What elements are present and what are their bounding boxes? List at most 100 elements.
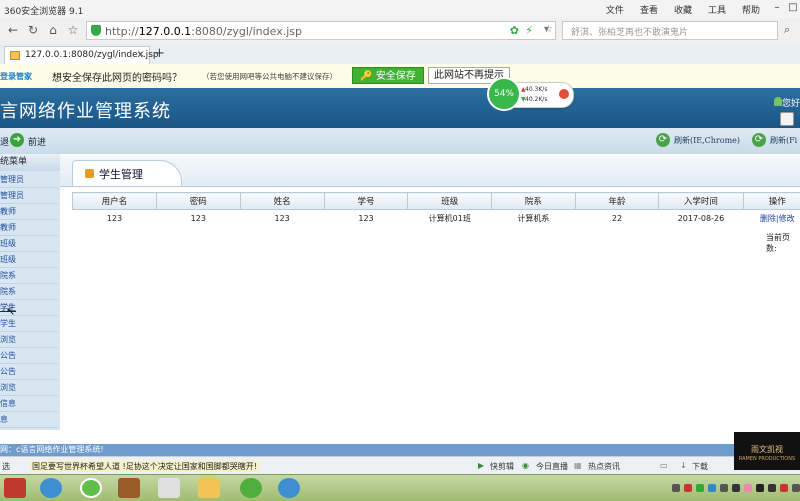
folder-icon [10,51,20,60]
back-arrow-icon[interactable]: ← [6,23,20,37]
browser-status-bar: 选 国足要写世界杯希望人道 !足协这个决定让国家和国脚都哭瞎开! ▶ 快剪辑 ◉… [0,456,800,475]
network-speed-widget[interactable]: 54% ▲ 40.3K/s ▼ 40.2K/s [490,82,574,108]
browser-menu: 文件 查看 收藏 工具 帮助 [606,3,760,16]
download-link[interactable]: 下载 [692,461,708,472]
menu-tools[interactable]: 工具 [708,3,726,16]
sidebar-item-class-add[interactable]: 班级 [0,237,58,252]
sidebar-item-info[interactable]: 信息 [0,397,58,412]
back-link[interactable]: 退 [0,135,9,148]
tray-icon[interactable] [768,484,776,492]
browser-360-icon[interactable] [80,478,102,498]
sidebar-item-teacher-add[interactable]: 教师 [0,205,58,220]
safe-save-button[interactable]: 🔑 安全保存 [352,67,424,84]
refresh-firefox-link[interactable]: 刷新(Fi [770,135,797,146]
sidebar-item-student-add[interactable]: 学生 [0,317,58,332]
cell-department: 计算机系 [492,210,576,227]
java-icon[interactable] [158,478,180,498]
refresh-icon[interactable]: ⟳ [752,133,766,147]
browser-title: 360安全浏览器 9.1 [4,4,83,17]
tray-icon[interactable] [756,484,764,492]
tab-strip: 127.0.0.1:8080/zygl/index.jsp × + [0,44,800,65]
news-icon: ▦ [574,461,582,470]
col-name: 姓名 [240,193,324,210]
play-icon: ▶ [478,461,484,470]
book-icon[interactable] [118,478,140,498]
page-info: 当前页数: [766,232,800,254]
green-browser-icon[interactable] [240,478,262,498]
notification-dot-icon [559,89,569,99]
col-department: 院系 [492,193,576,210]
tray-icon[interactable] [684,484,692,492]
tray-icon[interactable] [708,484,716,492]
tray-icon[interactable] [696,484,704,492]
quick-clip-link[interactable]: 快剪辑 [490,461,514,472]
address-bar[interactable]: http://127.0.0.1:8080/zygl/index.jsp ✿ ⚡… [86,21,556,40]
new-tab-button[interactable]: + [154,46,165,61]
sidebar-item-dept-add[interactable]: 院系 [0,269,58,284]
live-today-link[interactable]: 今日直播 [536,461,568,472]
refresh-icon[interactable]: ↻ [26,23,40,37]
menu-help[interactable]: 帮助 [742,3,760,16]
minimize-icon[interactable]: – [770,2,784,14]
tray-icon[interactable] [720,484,728,492]
tray-icon[interactable] [672,484,680,492]
logo-line2: RAMEN PRODUCTIONS [734,456,800,462]
tray-icon[interactable] [732,484,740,492]
address-toolbar: ← ↻ ⌂ ☆ http://127.0.0.1:8080/zygl/index… [0,18,800,45]
cell-operations[interactable]: 删除|修改 [743,210,800,227]
save-password-question: 想安全保存此网页的密码吗？ [52,69,182,84]
maximize-icon[interactable]: □ [786,2,800,14]
tray-icon[interactable] [744,484,752,492]
sidebar-item-notice-manage[interactable]: 公告 [0,365,58,380]
student-table: 用户名 密码 姓名 学号 班级 院系 年龄 入学时间 操作 123 123 12… [72,192,800,226]
table-row: 123 123 123 123 计算机01班 计算机系 22 2017-08-2… [73,210,800,227]
news-ticker[interactable]: 国足要写世界杯希望人道 !足协这个决定让国家和国脚都哭瞎开! [30,461,259,472]
sidebar-item-notice-browse[interactable]: 浏览 [0,381,58,396]
sidebar-item-admin-add[interactable]: 管理员 [0,173,58,188]
user-greeting: 您好 [782,96,800,109]
download-icon: ↓ [680,461,687,470]
close-icon[interactable]: × [137,49,145,60]
refresh-ie-chrome-link[interactable]: 刷新(IE,Chrome) [674,135,740,146]
sidebar-item-info-2[interactable]: 息 [0,413,58,428]
ie-icon[interactable] [40,478,62,498]
green-flower-icon[interactable]: ✿ [510,24,519,37]
sidebar-item-class-list[interactable]: 班级 [0,253,58,268]
tray-icon[interactable] [792,484,800,492]
home-icon[interactable]: ⌂ [46,23,60,37]
search-box[interactable]: 舒淇、张柏芝再也不敢演鬼片 [562,21,778,40]
app-header: 言网络作业管理系统 您好 [0,88,800,128]
logout-icon[interactable] [780,112,794,126]
browser-tab[interactable]: 127.0.0.1:8080/zygl/index.jsp × [4,46,150,64]
cell-username: 123 [73,210,157,227]
safe-save-label: 安全保存 [376,71,416,82]
ie-icon[interactable] [278,478,300,498]
hot-news-link[interactable]: 热点资讯 [588,461,620,472]
forward-arrow-icon[interactable]: ➜ [10,133,24,147]
lightning-icon[interactable]: ⚡ [525,24,533,37]
search-icon[interactable]: ⌕ [784,23,790,37]
col-enroll-date: 入学时间 [659,193,743,210]
app-toolbar: 退 ➜ 前进 ⟳ 刷新(IE,Chrome) ⟳ 刷新(Fi [0,128,800,155]
tray-icon[interactable] [780,484,788,492]
panel-tab-student-manage[interactable]: 学生管理 [72,160,182,186]
app-title: 言网络作业管理系统 [0,97,171,123]
menu-favorites[interactable]: 收藏 [674,3,692,16]
folder-icon[interactable] [198,478,220,498]
sidebar-item-dept-list[interactable]: 院系 [0,285,58,300]
delete-edit-links[interactable]: 删除|修改 [760,214,795,223]
sidebar-item-browse[interactable]: 浏览 [0,333,58,348]
menu-view[interactable]: 查看 [640,3,658,16]
star-icon[interactable]: ☆ [66,23,80,37]
sidebar-item-notice-add[interactable]: 公告 [0,349,58,364]
menu-file[interactable]: 文件 [606,3,624,16]
star-outline-icon[interactable]: ☆ [544,24,553,35]
app-icon[interactable] [4,478,26,498]
sidebar-item-admin-list[interactable]: 管理员 [0,189,58,204]
cell-student-id: 123 [324,210,408,227]
refresh-icon[interactable]: ⟳ [656,133,670,147]
address-url[interactable]: http://127.0.0.1:8080/zygl/index.jsp [105,25,302,38]
sidebar-item-teacher-list[interactable]: 教师 [0,221,58,236]
forward-link[interactable]: 前进 [28,135,46,148]
student-icon [85,169,94,178]
